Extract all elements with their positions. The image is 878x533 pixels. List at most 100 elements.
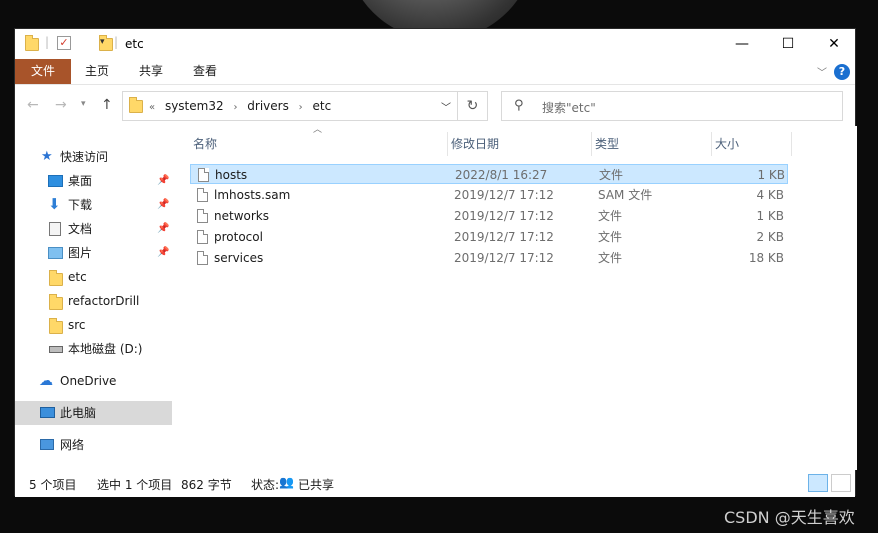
sidebar-item-refactordrill[interactable]: refactorDrill [15, 290, 172, 312]
pin-icon[interactable]: 📌 [157, 194, 169, 216]
navigation-pane: ★ 快速访问 桌面 📌 ⬇ 下载 📌 文档 📌 图片 📌 etc refacto… [15, 126, 175, 470]
column-date-modified[interactable]: 修改日期 [448, 132, 592, 156]
breadcrumb-system32[interactable]: system32 [165, 99, 224, 113]
table-row[interactable]: networks 2019/12/7 17:12 文件 1 KB [190, 206, 788, 226]
maximize-button[interactable]: ☐ [765, 29, 811, 59]
sidebar-item-etc[interactable]: etc [15, 266, 172, 288]
divider: | [45, 35, 50, 49]
file-type: 文件 [598, 251, 623, 265]
breadcrumb-drivers[interactable]: drivers [247, 99, 289, 113]
watermark: CSDN @天生喜欢 [724, 508, 855, 527]
star-icon: ★ [41, 149, 53, 164]
sidebar-item-network[interactable]: 网络 [15, 434, 172, 456]
expand-ribbon-icon[interactable]: ﹀ [817, 64, 827, 79]
properties-icon[interactable]: ✓ [57, 36, 71, 50]
table-row[interactable]: hosts 2022/8/1 16:27 文件 1 KB [190, 164, 788, 184]
sidebar-item-quick-access[interactable]: ★ 快速访问 [15, 146, 172, 168]
column-type[interactable]: 类型 [592, 132, 712, 156]
file-explorer-window: | ✓ ▾ | etc — ☐ ✕ 文件 主页 共享 查看 ﹀ ? ← → ▾ … [14, 28, 857, 497]
pin-icon[interactable]: 📌 [157, 218, 169, 240]
sidebar-item-documents[interactable]: 文档 📌 [15, 218, 172, 240]
selection-size: 862 字节 [181, 478, 232, 492]
file-name: protocol [214, 230, 263, 244]
sidebar-item-desktop[interactable]: 桌面 📌 [15, 170, 172, 192]
sidebar-item-label: 网络 [60, 438, 85, 452]
breadcrumb-overflow[interactable]: « [149, 102, 155, 113]
large-icons-view-button[interactable] [831, 474, 851, 492]
breadcrumb-etc[interactable]: etc [312, 99, 331, 113]
sidebar-item-this-pc[interactable]: 此电脑 [15, 401, 172, 425]
selection-count: 选中 1 个项目 [97, 478, 173, 492]
status-bar: 5 个项目 选中 1 个项目 862 字节 状态: 👥 已共享 [15, 470, 855, 497]
file-type: 文件 [599, 168, 624, 182]
cloud-icon: ☁ [39, 373, 53, 389]
sidebar-item-local-disk-d[interactable]: 本地磁盘 (D:) [15, 338, 172, 360]
file-icon [197, 251, 208, 265]
sidebar-item-label: 图片 [68, 246, 93, 260]
pictures-icon [48, 247, 63, 259]
column-name[interactable]: 名称 [190, 132, 448, 156]
chevron-right-icon[interactable]: › [233, 102, 237, 113]
pin-icon[interactable]: 📌 [157, 170, 169, 192]
folder-icon [25, 35, 39, 51]
help-icon[interactable]: ? [834, 64, 850, 80]
back-button[interactable]: ← [27, 97, 39, 113]
file-date: 2019/12/7 17:12 [454, 209, 554, 223]
tab-home[interactable]: 主页 [71, 59, 123, 84]
table-row[interactable]: lmhosts.sam 2019/12/7 17:12 SAM 文件 4 KB [190, 185, 788, 205]
column-size[interactable]: 大小 [712, 132, 792, 156]
tab-view[interactable]: 查看 [179, 59, 231, 84]
download-icon: ⬇ [48, 195, 61, 213]
file-size: 2 KB [756, 230, 784, 244]
file-type: SAM 文件 [598, 188, 653, 202]
file-list: ︿ 名称 修改日期 类型 大小 hosts 2022/8/1 16:27 文件 … [175, 125, 857, 470]
network-icon [40, 439, 54, 450]
tab-share[interactable]: 共享 [125, 59, 177, 84]
file-date: 2019/12/7 17:12 [454, 251, 554, 265]
table-row[interactable]: protocol 2019/12/7 17:12 文件 2 KB [190, 227, 788, 247]
chevron-down-icon[interactable]: ﹀ [441, 99, 451, 114]
sidebar-item-label: etc [68, 270, 87, 284]
tab-file[interactable]: 文件 [15, 59, 71, 84]
file-size: 1 KB [756, 209, 784, 223]
chevron-right-icon[interactable]: › [299, 102, 303, 113]
refresh-button[interactable]: ↻ [458, 91, 488, 121]
sidebar-item-downloads[interactable]: ⬇ 下载 📌 [15, 194, 172, 216]
close-button[interactable]: ✕ [811, 29, 857, 59]
file-date: 2019/12/7 17:12 [454, 230, 554, 244]
file-icon [198, 168, 209, 182]
document-icon [49, 222, 61, 236]
file-size: 4 KB [756, 188, 784, 202]
forward-button[interactable]: → [55, 97, 67, 113]
sidebar-item-label: 此电脑 [60, 406, 97, 420]
folder-icon [129, 97, 143, 113]
folder-icon [49, 294, 63, 310]
sidebar-item-label: OneDrive [60, 374, 117, 388]
up-button[interactable]: ↑ [101, 97, 113, 113]
drive-icon [49, 346, 63, 353]
address-bar[interactable]: « system32 › drivers › etc ﹀ [122, 91, 458, 121]
computer-icon [40, 407, 55, 418]
column-header: 名称 修改日期 类型 大小 [190, 132, 792, 156]
pin-icon[interactable]: 📌 [157, 242, 169, 264]
search-input[interactable]: ⚲ 搜索"etc" [501, 91, 843, 121]
table-row[interactable]: services 2019/12/7 17:12 文件 18 KB [190, 248, 788, 268]
file-name: networks [214, 209, 269, 223]
sidebar-item-pictures[interactable]: 图片 📌 [15, 242, 172, 264]
sidebar-item-onedrive[interactable]: ☁ OneDrive [15, 370, 172, 392]
ribbon-tabs: 文件 主页 共享 查看 ﹀ ? [15, 59, 855, 85]
folder-icon [49, 270, 63, 286]
divider: | [114, 35, 119, 49]
sidebar-item-src[interactable]: src [15, 314, 172, 336]
file-icon [197, 230, 208, 244]
state-value: 已共享 [298, 478, 335, 492]
sidebar-item-label: src [68, 318, 86, 332]
customize-toolbar-icon[interactable]: ▾ [100, 37, 105, 53]
title-bar: | ✓ ▾ | etc — ☐ ✕ [15, 29, 855, 59]
details-view-button[interactable] [808, 474, 828, 492]
item-count: 5 个项目 [29, 478, 77, 492]
search-placeholder: 搜索"etc" [542, 101, 596, 115]
file-icon [197, 209, 208, 223]
minimize-button[interactable]: — [719, 29, 765, 59]
recent-locations-icon[interactable]: ▾ [81, 99, 86, 109]
